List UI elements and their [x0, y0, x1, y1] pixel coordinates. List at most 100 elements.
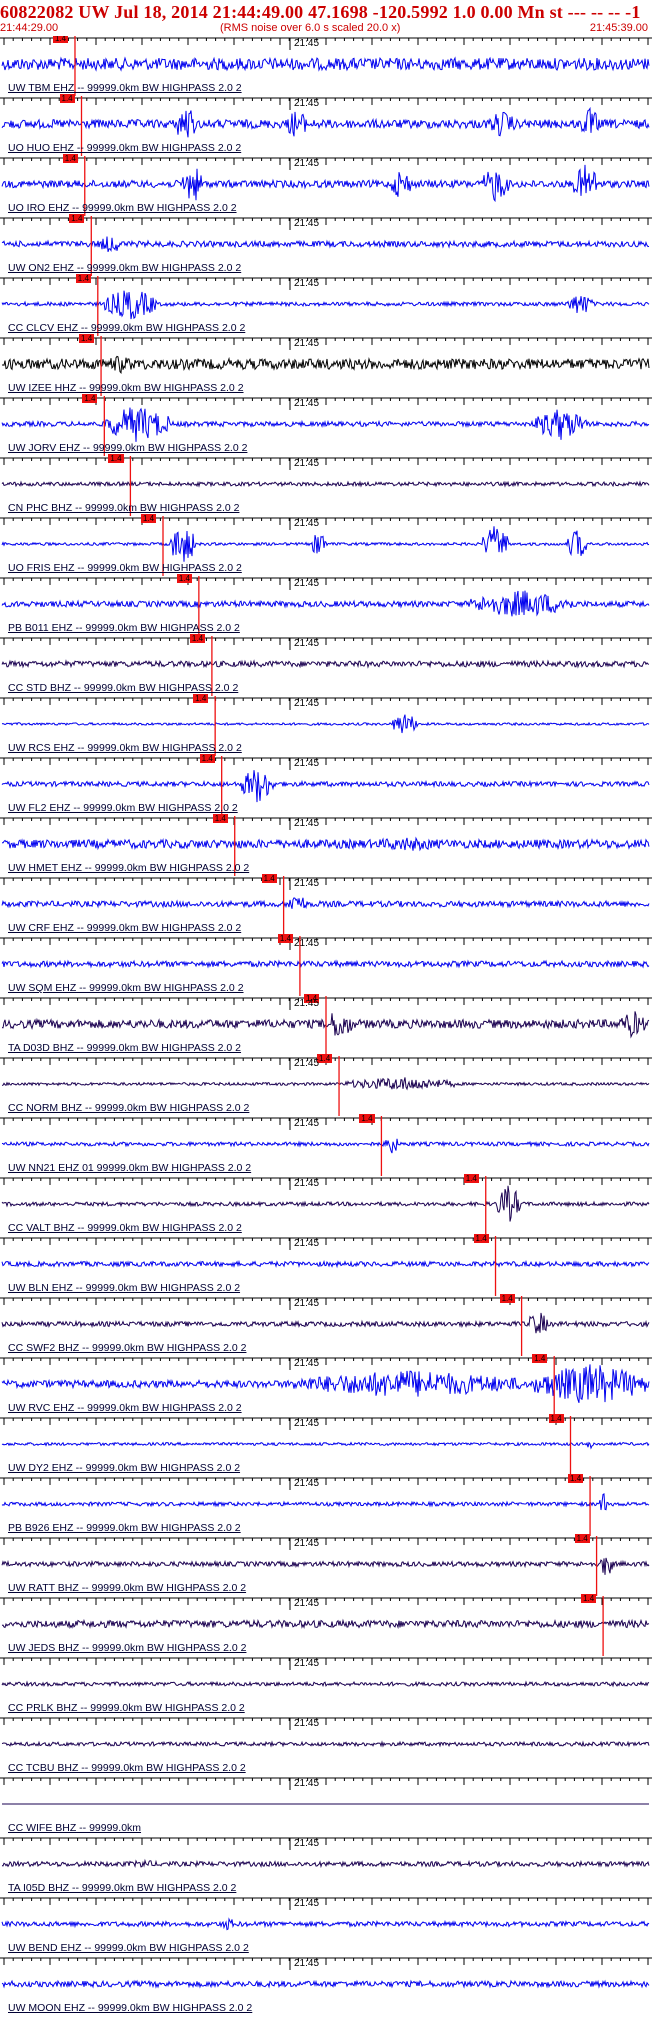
minute-label: 21:45: [294, 998, 320, 1009]
station-label: TA D03D BHZ -- 99999.0km BW HIGHPASS 2.0…: [8, 1042, 242, 1054]
station-label: UW RVC EHZ -- 99999.0km BW HIGHPASS 2.0 …: [8, 1402, 242, 1414]
trace-row: 1.4 21:45 UW RATT BHZ -- 99999.0km BW HIGH…: [0, 1534, 652, 1596]
minute-label: 21:45: [294, 98, 320, 109]
waveform: [1, 959, 650, 969]
minute-label: 21:45: [294, 758, 320, 769]
trace-row: 21:45 CC PRLK BHZ -- 99999.0km BW HIGHPAS…: [0, 1656, 652, 1716]
trace-row: 1.4 21:45 UW JEDS BHZ -- 99999.0km BW HIGH…: [0, 1594, 652, 1656]
trace-row: 21:45 UW MOON EHZ -- 99999.0km BW HIGHPAS…: [0, 1956, 652, 2016]
pick-flag: 1.4: [532, 1354, 548, 1363]
end-time: 21:45:39.00: [589, 22, 648, 34]
station-label: UW JEDS BHZ -- 99999.0km BW HIGHPASS 2.0…: [8, 1642, 247, 1654]
waveform: [1, 236, 650, 253]
waveform: [1, 714, 650, 734]
station-label: UW CRF EHZ -- 99999.0km BW HIGHPASS 2.0 …: [8, 922, 242, 934]
start-time: 21:44:29.00: [0, 22, 59, 34]
station-label: UW HMET EHZ -- 99999.0km BW HIGHPASS 2.0…: [8, 862, 250, 874]
station-label: CC TCBU BHZ -- 99999.0km BW HIGHPASS 2.0…: [8, 1762, 246, 1774]
trace-row: 1.4 21:45 UW BLN EHZ -- 99999.0km BW HIGHP…: [0, 1234, 652, 1296]
waveform: [1, 1364, 650, 1403]
station-label: UO IRO EHZ -- 99999.0km BW HIGHPASS 2.0 …: [8, 202, 237, 214]
pick-flag: 1.4: [75, 274, 91, 283]
pick-flag: 1.4: [359, 1114, 375, 1123]
pick-flag: 1.4: [581, 1594, 597, 1603]
waveform: [1, 1858, 650, 1869]
trace-row: 1.4 21:45 UW TBM EHZ -- 99999.0km BW HIGHP…: [0, 36, 652, 96]
pick-flag: 1.4: [141, 514, 157, 523]
minute-label: 21:45: [294, 218, 320, 229]
station-label: UW DY2 EHZ -- 99999.0km BW HIGHPASS 2.0 …: [8, 1462, 241, 1474]
station-label: UW MOON EHZ -- 99999.0km BW HIGHPASS 2.0…: [8, 2002, 253, 2014]
waveform: [1, 164, 650, 203]
waveform: [1, 1740, 650, 1748]
pick-flag: 1.4: [176, 574, 192, 583]
pick-flag: 1.4: [62, 154, 78, 163]
waveform: [1, 1259, 650, 1269]
trace-row: 1.4 21:45 PB B011 EHZ -- 99999.0km BW HIGH…: [0, 574, 652, 636]
minute-label: 21:45: [294, 578, 320, 589]
trace-row: 1.4 21:45 CC VALT BHZ -- 99999.0km BW HIGH…: [0, 1174, 652, 1236]
event-title: 60822082 UW Jul 18, 2014 21:44:49.00 47.…: [0, 2, 641, 22]
station-label: PB B011 EHZ -- 99999.0km BW HIGHPASS 2.0…: [8, 622, 240, 634]
minute-label: 21:45: [294, 638, 320, 649]
station-label: TA I05D BHZ -- 99999.0km BW HIGHPASS 2.0…: [8, 1882, 237, 1894]
trace-row: 21:45 UW BEND EHZ -- 99999.0km BW HIGHPAS…: [0, 1896, 652, 1956]
trace-row: 21:45 CC WIFE BHZ -- 99999.0km: [0, 1776, 652, 1836]
pick-flag: 1.4: [59, 94, 75, 103]
station-label: UW FL2 EHZ -- 99999.0km BW HIGHPASS 2.0 …: [8, 802, 238, 814]
minute-label: 21:45: [294, 878, 320, 889]
pick-flag: 1.4: [277, 934, 294, 943]
station-label: UW NN21 EHZ 01 99999.0km BW HIGHPASS 2.0…: [8, 1162, 252, 1174]
station-label: CC NORM BHZ -- 99999.0km BW HIGHPASS 2.0…: [8, 1102, 250, 1114]
minute-label: 21:45: [294, 818, 320, 829]
trace-row: 1.4 21:45 UW ON2 EHZ -- 99999.0km BW HIGHP…: [0, 214, 652, 276]
waveform: [1, 56, 650, 72]
pick-flag: 1.4: [193, 694, 209, 703]
station-label: UO HUO EHZ -- 99999.0km BW HIGHPASS 2.0 …: [8, 142, 242, 154]
station-label: UW SQM EHZ -- 99999.0km BW HIGHPASS 2.0 …: [8, 982, 244, 994]
trace-row: 1.4 21:45 UW HMET EHZ -- 99999.0km BW HIGH…: [0, 814, 652, 876]
pick-flag: 1.4: [317, 1054, 333, 1063]
waveform: [1, 897, 650, 909]
pick-flag: 1.4: [261, 874, 277, 883]
waveform: [1, 355, 650, 374]
trace-row: 1.4 21:45 UW RCS EHZ -- 99999.0km BW HIGHP…: [0, 694, 652, 756]
header: 60822082 UW Jul 18, 2014 21:44:49.00 47.…: [0, 0, 652, 36]
minute-label: 21:45: [294, 518, 320, 529]
waveform: [1, 1185, 650, 1222]
waveform: [1, 1312, 650, 1334]
waveform: [1, 1917, 650, 1931]
trace-row: 1.4 21:45 UW JORV EHZ -- 99999.0km BW HIGH…: [0, 394, 652, 456]
station-label: UW JORV EHZ -- 99999.0km BW HIGHPASS 2.0…: [8, 442, 248, 454]
waveform: [1, 1979, 650, 1989]
trace-row: 1.4 21:45 UW SQM EHZ -- 99999.0km BW HIGHP…: [0, 934, 652, 996]
trace-row: 1.4 21:45 UO FRIS EHZ -- 99999.0km BW HIGH…: [0, 514, 652, 576]
trace-row: 1.4 21:45 UW RVC EHZ -- 99999.0km BW HIGHP…: [0, 1354, 652, 1416]
pick-flag: 1.4: [82, 394, 98, 403]
trace-row: 1.4 21:45 UO HUO EHZ -- 99999.0km BW HIGHP…: [0, 94, 652, 156]
station-label: CN PHC BHZ -- 99999.0km BW HIGHPASS 2.0 …: [8, 502, 240, 514]
pick-flag: 1.4: [548, 1414, 564, 1423]
waveform: [1, 770, 650, 803]
trace-row: 1.4 21:45 CN PHC BHZ -- 99999.0km BW HIGHP…: [0, 454, 652, 516]
trace-row: 21:45 TA I05D BHZ -- 99999.0km BW HIGHPAS…: [0, 1836, 652, 1896]
pick-flag: 1.4: [574, 1534, 590, 1543]
station-label: UW ON2 EHZ -- 99999.0km BW HIGHPASS 2.0 …: [8, 262, 242, 274]
pick-flag: 1.4: [189, 634, 206, 643]
minute-label: 21:45: [294, 1238, 320, 1249]
minute-label: 21:45: [294, 698, 320, 709]
pick-flag: 1.4: [199, 754, 215, 763]
minute-label: 21:45: [294, 1598, 320, 1609]
station-label: CC VALT BHZ -- 99999.0km BW HIGHPASS 2.0…: [8, 1222, 242, 1234]
minute-label: 21:45: [294, 458, 320, 469]
minute-label: 21:45: [294, 1718, 320, 1729]
minute-label: 21:45: [294, 1298, 320, 1309]
trace-row: 1.4 21:45 CC CLCV EHZ -- 99999.0km BW HIGH…: [0, 274, 652, 336]
scale-note: (RMS noise over 6.0 s scaled 20.0 x): [220, 22, 401, 34]
trace-row: 1.4 21:45 UO IRO EHZ -- 99999.0km BW HIGHP…: [0, 154, 652, 216]
minute-label: 21:45: [294, 1658, 320, 1669]
minute-label: 21:45: [294, 278, 320, 289]
pick-flag: 1.4: [79, 334, 95, 343]
minute-label: 21:45: [294, 398, 320, 409]
minute-label: 21:45: [294, 1538, 320, 1549]
